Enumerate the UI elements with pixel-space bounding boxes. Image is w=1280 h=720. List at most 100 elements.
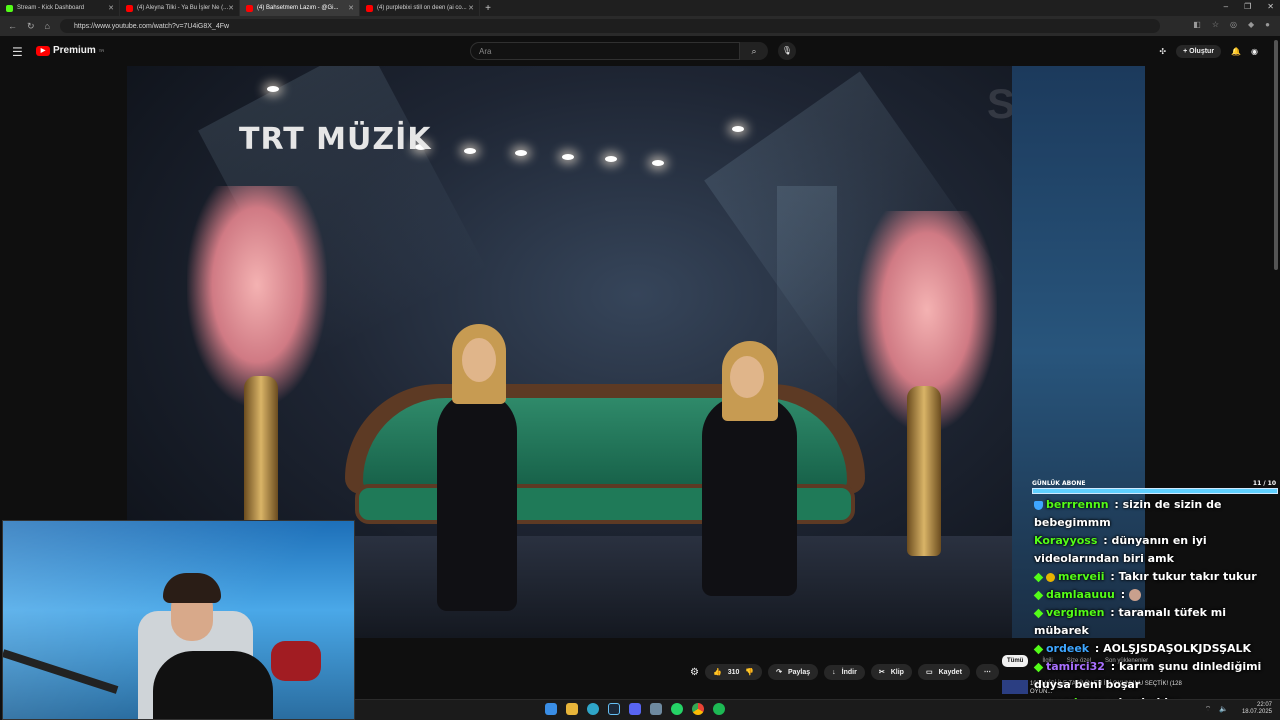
maximize-button[interactable]: ❐	[1244, 2, 1251, 11]
stage-light	[652, 160, 664, 166]
youtube-premium-logo[interactable]: ▶ Premium TR	[36, 45, 104, 56]
chat-message: ordeek : AOLŞJSDAŞOLKJDSŞALK	[1033, 640, 1278, 658]
minimize-button[interactable]: –	[1224, 2, 1228, 11]
reload-icon[interactable]: ↻	[27, 21, 35, 32]
stage-light	[464, 148, 476, 154]
tab-label: (4) Aleyna Tilki - Ya Bu İşler Ne (...	[137, 5, 229, 11]
video-actions: ⚙ 👍 310 👎 ↷ Paylaş ↓ İndir ✂ Klip ▭ Kaydet ⋯	[690, 664, 999, 680]
home-icon[interactable]: ⌂	[45, 21, 50, 32]
recommended-thumbnail[interactable]	[1002, 680, 1028, 694]
subscriber-badge-icon	[1033, 590, 1044, 600]
steam-icon[interactable]	[608, 703, 620, 715]
profile-icon[interactable]: ●	[1265, 20, 1270, 29]
file-explorer-icon[interactable]	[566, 703, 578, 715]
spotify-icon[interactable]	[713, 703, 725, 715]
tab-aleyna-tilki[interactable]: (4) Aleyna Tilki - Ya Bu İşler Ne (... ✕	[120, 0, 240, 16]
chat-messages: berrrennn : sizin de sizin de bebegimmm …	[1033, 496, 1278, 712]
save-icon: ▭	[925, 669, 933, 676]
chat-text: Takır tukur takır tukur	[1118, 570, 1257, 583]
dislike-icon[interactable]: 👎	[745, 668, 754, 676]
edge-icon[interactable]	[587, 703, 599, 715]
tab-label: Stream - Kick Dashboard	[17, 5, 85, 11]
download-button[interactable]: ↓ İndir	[824, 664, 865, 680]
chat-username: berrrennn	[1046, 498, 1109, 511]
system-clock[interactable]: 22:07 18.07.2025	[1242, 702, 1272, 716]
close-tab-icon[interactable]: ✕	[108, 4, 114, 12]
extension-icon[interactable]: ◆	[1248, 20, 1254, 29]
logo-region: TR	[98, 48, 105, 53]
chip-all[interactable]: Tümü	[1002, 655, 1029, 667]
youtube-icon	[366, 4, 373, 12]
clip-button[interactable]: ✂ Klip	[870, 664, 912, 680]
windows-taskbar: ⌔ 🔈 22:07 18.07.2025	[355, 699, 1280, 720]
wifi-icon[interactable]: ⌔	[1205, 705, 1212, 714]
windows-start-icon[interactable]	[545, 703, 557, 715]
create-button[interactable]: + Oluştur	[1176, 45, 1222, 58]
stage-light	[732, 126, 744, 132]
discord-icon[interactable]	[629, 703, 641, 715]
url-text: https://www.youtube.com/watch?v=7U4iG8X_…	[74, 22, 230, 30]
notifications-bell-icon[interactable]: 🔔	[1231, 47, 1241, 56]
chat-username: vergimen	[1046, 606, 1105, 619]
new-tab-button[interactable]: +	[480, 3, 496, 14]
window-controls: – ❐ ✕	[1224, 2, 1274, 11]
microphone-icon[interactable]: 🎙	[778, 42, 796, 60]
stage-light	[605, 156, 617, 162]
whatsapp-icon[interactable]	[671, 703, 683, 715]
extension-icon[interactable]: ◧	[1193, 20, 1201, 29]
share-icon: ↷	[776, 669, 782, 676]
close-tab-icon[interactable]: ✕	[348, 4, 354, 12]
youtube-icon	[126, 4, 133, 12]
save-button[interactable]: ▭ Kaydet	[917, 664, 970, 680]
subscriber-badge-icon	[1033, 662, 1044, 672]
tab-purplebixi[interactable]: (4) purplebixi still on deen (ai co... ✕	[360, 0, 480, 16]
channel-brand-logo: TRT MÜZİK	[239, 122, 432, 157]
address-bar-row: ← ↻ ⌂ https://www.youtube.com/watch?v=7U…	[0, 16, 1280, 36]
vase-right	[907, 386, 941, 556]
back-icon[interactable]: ←	[8, 21, 17, 32]
clock-time: 22:07	[1256, 702, 1272, 708]
search-icon[interactable]: ⌕	[740, 42, 768, 60]
app-icon[interactable]	[650, 703, 662, 715]
singer-right-face	[730, 356, 764, 398]
cast-icon[interactable]: ✣	[1159, 47, 1166, 56]
url-field[interactable]: https://www.youtube.com/watch?v=7U4iG8X_…	[60, 19, 1160, 33]
streamer-hair	[163, 573, 221, 603]
search-input[interactable]: Ara	[470, 42, 740, 60]
clock-date: 18.07.2025	[1241, 709, 1272, 715]
browser-tab-strip: Stream - Kick Dashboard ✕ (4) Aleyna Tilk…	[0, 0, 1280, 16]
tab-label: (4) Bahsetmem Lazım - @Gi...	[257, 5, 339, 11]
bookmark-star-icon[interactable]: ☆	[1212, 20, 1219, 29]
subscriber-badge-icon	[1033, 608, 1044, 618]
subscriber-badge-icon	[1033, 572, 1044, 582]
avatar[interactable]: ◉	[1251, 47, 1258, 56]
extension-icon[interactable]: ◎	[1230, 20, 1237, 29]
chrome-icon[interactable]	[692, 703, 704, 715]
goal-label: GÜNLÜK ABONE	[1032, 480, 1086, 487]
page-scrollbar[interactable]	[1274, 40, 1278, 270]
hamburger-menu-icon[interactable]: ☰	[12, 45, 23, 59]
settings-gear-icon[interactable]: ⚙	[690, 667, 699, 678]
scissors-icon: ✂	[878, 669, 885, 676]
chat-message: vergimen : taramalı tüfek mi mübarek	[1033, 606, 1227, 637]
close-tab-icon[interactable]: ✕	[228, 4, 234, 12]
stream-chat-overlay: GÜNLÜK ABONE 11 / 10 berrrennn : sizin d…	[1032, 478, 1280, 720]
stage-light	[562, 154, 574, 160]
chat-username: ordeek	[1046, 642, 1090, 655]
tab-bahsetmem-lazim[interactable]: (4) Bahsetmem Lazım - @Gi... ✕	[240, 0, 360, 16]
like-icon[interactable]: 👍	[713, 668, 722, 676]
goal-progress	[1032, 488, 1278, 494]
share-button[interactable]: ↷ Paylaş	[768, 664, 819, 680]
chat-username: damlaauuu	[1046, 588, 1115, 601]
volume-icon[interactable]: 🔈	[1219, 705, 1228, 714]
more-actions-button[interactable]: ⋯	[975, 664, 999, 680]
close-tab-icon[interactable]: ✕	[468, 4, 474, 12]
youtube-play-icon: ▶	[36, 45, 50, 56]
logo-text: Premium	[53, 45, 96, 56]
like-dislike-button[interactable]: 👍 310 👎	[704, 664, 763, 680]
singer-left-face	[462, 338, 496, 382]
close-window-button[interactable]: ✕	[1267, 2, 1274, 11]
chat-message: tamirci32 : karım şunu dinlediğimi duysa…	[1033, 660, 1262, 691]
tab-kick-dashboard[interactable]: Stream - Kick Dashboard ✕	[0, 0, 120, 16]
like-count: 310	[727, 668, 740, 676]
